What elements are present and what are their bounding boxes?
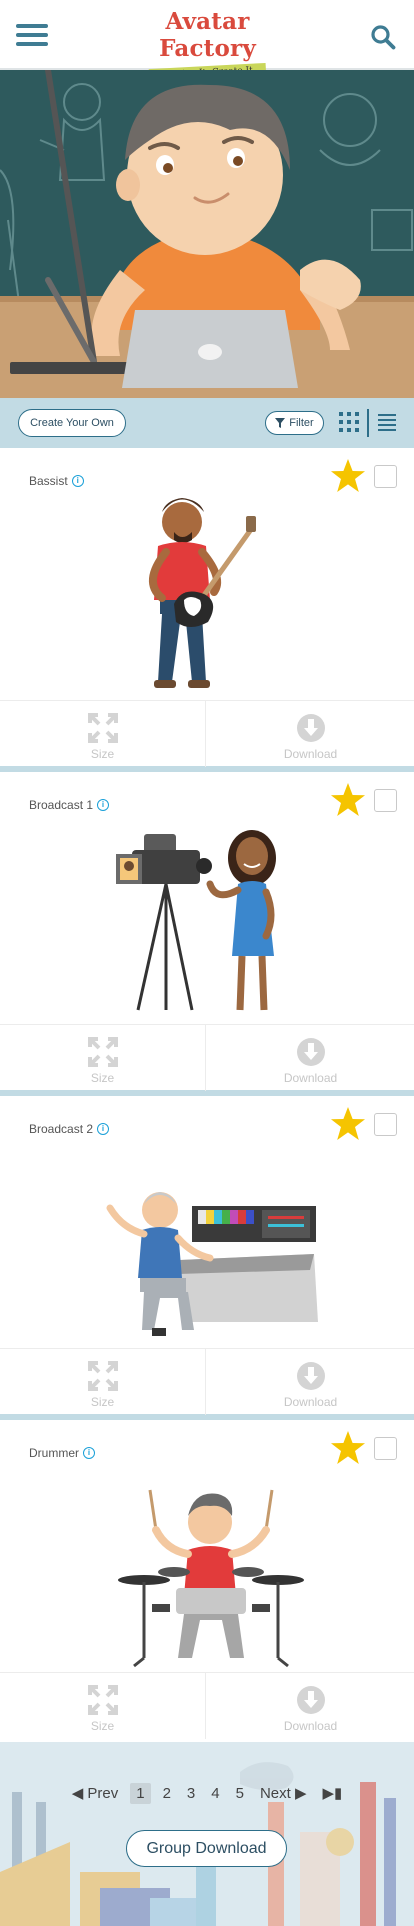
- page-link-4[interactable]: 4: [207, 1783, 223, 1804]
- toolbar: Create Your Own Filter: [0, 398, 414, 448]
- download-label: Download: [283, 1071, 338, 1085]
- grid-view-icon[interactable]: [339, 412, 359, 432]
- size-label: Size: [90, 747, 115, 761]
- size-label: Size: [90, 1071, 115, 1085]
- bassist-illustration: [149, 498, 256, 688]
- avatar-name-label: Drummer: [29, 1446, 79, 1460]
- site-logo[interactable]: Avatar Factory Imagine It. Create It.: [130, 8, 285, 84]
- download-button[interactable]: Download: [207, 1349, 414, 1415]
- favorite-star-icon[interactable]: [330, 1106, 366, 1142]
- filter-label: Filter: [289, 417, 314, 429]
- size-button[interactable]: Size: [0, 1673, 206, 1739]
- view-toggle-divider: [367, 409, 369, 437]
- expand-icon: [87, 1361, 118, 1391]
- search-icon[interactable]: [370, 24, 396, 50]
- download-icon: [296, 1038, 325, 1066]
- list-view-icon[interactable]: [378, 413, 396, 431]
- card-actions: Size Download: [0, 1348, 414, 1415]
- download-icon: [296, 1686, 325, 1714]
- download-button[interactable]: Download: [207, 1025, 414, 1091]
- page-link-1[interactable]: 1: [130, 1782, 151, 1804]
- card-actions: Size Download: [0, 700, 414, 767]
- download-label: Download: [283, 1395, 338, 1409]
- logo-title: Avatar Factory: [159, 8, 256, 62]
- download-label: Download: [283, 747, 338, 761]
- avatar-card: Drummer i Size Download: [0, 1420, 414, 1742]
- next-page-button[interactable]: Next ▶: [256, 1782, 311, 1804]
- page-link-3[interactable]: 3: [183, 1783, 199, 1804]
- prev-label: Prev: [87, 1785, 119, 1802]
- download-button[interactable]: Download: [207, 1673, 414, 1739]
- broadcast-2-illustration: [106, 1192, 318, 1336]
- prev-page-button[interactable]: ◀ Prev: [68, 1782, 123, 1804]
- download-icon: [296, 714, 325, 742]
- size-button[interactable]: Size: [0, 701, 206, 767]
- card-actions: Size Download: [0, 1024, 414, 1091]
- site-header: Avatar Factory Imagine It. Create It.: [0, 0, 414, 84]
- filter-button[interactable]: Filter: [265, 411, 324, 435]
- download-label: Download: [283, 1719, 338, 1733]
- hero-illustration: [0, 70, 414, 398]
- last-page-icon[interactable]: ▶▮: [319, 1782, 347, 1804]
- download-icon: [296, 1362, 325, 1390]
- select-checkbox[interactable]: [374, 1113, 397, 1136]
- expand-icon: [87, 1037, 118, 1067]
- size-button[interactable]: Size: [0, 1349, 206, 1415]
- drummer-illustration: [118, 1489, 304, 1668]
- pagination: ◀ Prev 1 2 3 4 5 Next ▶ ▶▮: [0, 1780, 414, 1806]
- avatar-card: Broadcast 1 i Size Download: [0, 772, 414, 1096]
- expand-icon: [87, 713, 118, 743]
- select-checkbox[interactable]: [374, 1437, 397, 1460]
- group-download-button[interactable]: Group Download: [126, 1830, 287, 1867]
- expand-icon: [87, 1685, 118, 1715]
- size-button[interactable]: Size: [0, 1025, 206, 1091]
- card-actions: Size Download: [0, 1672, 414, 1739]
- favorite-star-icon[interactable]: [330, 1430, 366, 1466]
- avatar-card: Bassist i Size Download: [0, 448, 414, 772]
- favorite-star-icon[interactable]: [330, 782, 366, 818]
- funnel-icon: [275, 418, 286, 428]
- create-your-own-button[interactable]: Create Your Own: [18, 409, 126, 437]
- page-footer: ◀ Prev 1 2 3 4 5 Next ▶ ▶▮ Group Downloa…: [0, 1742, 414, 1926]
- next-label: Next: [259, 1785, 291, 1802]
- broadcast-1-illustration: [116, 830, 276, 1011]
- select-checkbox[interactable]: [374, 465, 397, 488]
- size-label: Size: [90, 1719, 115, 1733]
- size-label: Size: [90, 1395, 115, 1409]
- favorite-star-icon[interactable]: [330, 458, 366, 494]
- hamburger-menu-icon[interactable]: [16, 22, 48, 48]
- download-button[interactable]: Download: [207, 701, 414, 767]
- avatar-card: Broadcast 2 i Size Download: [0, 1096, 414, 1420]
- page-link-5[interactable]: 5: [232, 1783, 248, 1804]
- avatar-name: Bassist i: [29, 474, 84, 488]
- hero-banner: [0, 70, 414, 398]
- page-link-2[interactable]: 2: [159, 1783, 175, 1804]
- select-checkbox[interactable]: [374, 789, 397, 812]
- avatar-name-label: Bassist: [29, 474, 68, 488]
